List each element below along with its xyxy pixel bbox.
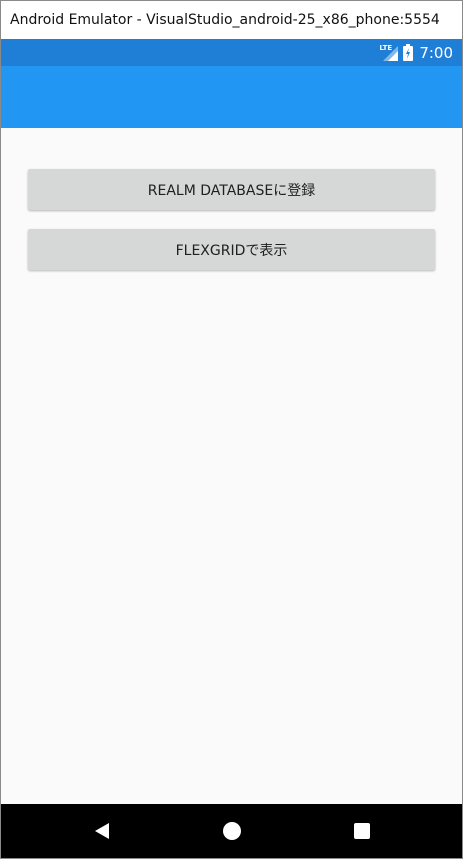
status-clock: 7:00	[419, 43, 453, 62]
recent-apps-icon[interactable]	[349, 818, 375, 844]
register-realm-button[interactable]: REALM DATABASEに登録	[28, 169, 435, 210]
navigation-bar	[1, 804, 462, 858]
home-icon[interactable]	[219, 818, 245, 844]
main-content: REALM DATABASEに登録 FLEXGRIDで表示	[1, 128, 462, 804]
status-bar: LTE 7:00	[1, 39, 462, 66]
battery-icon	[403, 44, 414, 61]
back-icon[interactable]	[89, 818, 115, 844]
lte-signal-icon: LTE	[379, 44, 399, 62]
app-bar	[1, 66, 462, 128]
emulator-window: Android Emulator - VisualStudio_android-…	[0, 0, 463, 859]
window-titlebar[interactable]: Android Emulator - VisualStudio_android-…	[1, 1, 462, 39]
show-flexgrid-button[interactable]: FLEXGRIDで表示	[28, 229, 435, 270]
window-title: Android Emulator - VisualStudio_android-…	[10, 12, 440, 28]
